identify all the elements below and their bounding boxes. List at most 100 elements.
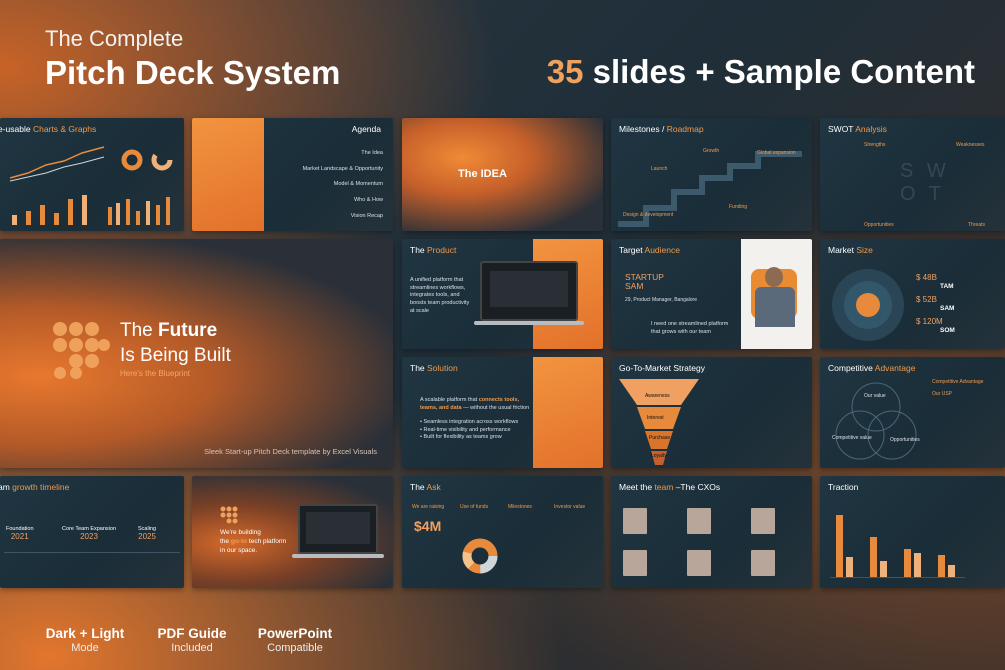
sam-value: $ 52B <box>916 295 937 304</box>
ask-column-header: We are raising <box>412 504 445 510</box>
venn-label: Our value <box>864 393 886 399</box>
slide-title-text: am <box>0 482 10 492</box>
sam-label: SAM <box>940 305 955 312</box>
feature-dark-light: Dark + Light Mode <box>38 626 132 654</box>
solution-bullets: • Seamless integration across workflows … <box>420 419 519 441</box>
feature-title: Dark + Light <box>45 626 125 641</box>
ask-column-header: Investor value <box>554 504 586 510</box>
slide-title-text: Competitive <box>828 363 875 373</box>
slide-title-text: Market <box>828 245 857 255</box>
slide-title: Meet the team –The CXOs <box>619 482 720 492</box>
future-line: We're building <box>220 529 261 536</box>
feature-powerpoint: PowerPoint Compatible <box>248 626 342 654</box>
slide-count-number: 35 <box>546 53 584 90</box>
slide-target-audience: Target Audience STARTUP SAM 29, Product … <box>611 239 812 349</box>
team-avatar <box>687 508 711 534</box>
slide-title: am growth timeline <box>0 482 69 492</box>
slide-title-accent: Analysis <box>855 124 887 134</box>
slide-title: The Ask <box>410 482 441 492</box>
hero-subtitle: The Complete <box>45 26 184 51</box>
growth-phase: Core Team Expansion 2023 <box>62 526 116 541</box>
slide-title-accent: Ask <box>426 482 441 492</box>
laptop-base <box>474 321 584 325</box>
slide-cover: The Future Is Being Built Here's the Blu… <box>0 239 393 468</box>
slide-title: The Solution <box>410 363 458 373</box>
slide-title: Milestones / Roadmap <box>619 124 704 134</box>
solution-bullet: Built for flexibility as teams grow <box>423 434 502 441</box>
team-avatar <box>751 508 775 534</box>
team-avatar <box>751 550 775 576</box>
slide-title-accent: Solution <box>427 363 458 373</box>
slide-title-accent: team <box>654 482 674 492</box>
future-accent: go-to <box>230 538 248 546</box>
market-circles <box>832 269 904 341</box>
cover-footer: Sleek Start-up Pitch Deck template by Ex… <box>204 447 377 456</box>
brand-logo-icon <box>220 506 238 524</box>
swot-label: Strengths <box>864 142 886 148</box>
phase-year: 2025 <box>138 532 156 541</box>
slide-title-text: Milestones / <box>619 124 667 134</box>
solution-accent-panel <box>533 357 603 468</box>
slide-title: Agenda <box>351 124 381 134</box>
future-line: the <box>220 538 231 546</box>
feature-pdf-guide: PDF Guide Included <box>146 626 238 654</box>
slide-title-text: The <box>458 168 481 180</box>
slide-title: Traction <box>828 482 859 492</box>
future-statement: We're building the go-to tech platform i… <box>220 528 286 555</box>
feature-title: PDF Guide <box>157 626 227 641</box>
laptop-mockup <box>298 504 378 554</box>
team-avatar <box>687 550 711 576</box>
agenda-item: The Idea <box>361 150 383 156</box>
slide-competitive-advantage: Competitive Advantage Competitive Advant… <box>820 357 1005 468</box>
agenda-item: Vision Recap <box>350 212 383 219</box>
slide-title: Market Size <box>828 245 873 255</box>
laptop-mockup <box>480 261 578 321</box>
slide-title: Go-To-Market Strategy <box>619 363 705 373</box>
slide-title: SWOT Analysis <box>828 124 887 134</box>
slide-title: Target Audience <box>619 245 680 255</box>
slide-team: Meet the team –The CXOs <box>611 476 812 588</box>
laptop-base <box>292 554 384 558</box>
slide-title-accent: Audience <box>644 245 680 255</box>
slide-title-accent: Advantage <box>874 363 916 373</box>
funnel-level: Loyalty <box>651 453 667 459</box>
slide-title: e-usable Charts & Graphs <box>0 124 96 134</box>
solution-bullet: Seamless integration across workflows <box>423 419 519 425</box>
agenda-item: Model & Momentum <box>333 181 383 188</box>
slide-title-accent: growth timeline <box>12 482 70 492</box>
advantage-label: Our USP <box>932 391 953 397</box>
traction-bar-chart <box>830 508 965 578</box>
cover-line1: The <box>120 320 159 341</box>
slide-title-text: The <box>410 482 427 492</box>
feature-subtitle: Mode <box>71 642 99 654</box>
brand-logo-icon <box>53 322 110 379</box>
swot-letter: T <box>928 183 945 205</box>
solution-lead: A scalable platform that connects tools,… <box>420 397 532 412</box>
slide-title: The Product <box>410 245 456 255</box>
slide-title-text: SWOT <box>828 124 856 134</box>
milestone-label: Growth <box>703 148 720 154</box>
slide-title-accent: IDEA <box>480 168 507 180</box>
som-label: SOM <box>940 327 955 334</box>
slide-title: Competitive Advantage <box>828 363 915 373</box>
ask-column-header: Use of funds <box>460 504 489 510</box>
hero-slide-count: 35 slides + Sample Content <box>547 53 975 91</box>
team-avatar <box>623 508 647 534</box>
agenda-item: Market Landscape & Opportunity <box>302 165 383 172</box>
feature-title: PowerPoint <box>257 626 333 641</box>
growth-phase: Foundation 2021 <box>6 526 34 541</box>
audience-quote: I need one streamlined platform that gro… <box>651 321 729 335</box>
som-value: $ 120M <box>916 317 943 326</box>
venn-diagram <box>835 382 917 460</box>
mini-donut-charts <box>121 149 173 171</box>
slide-count-suffix: slides + Sample Content <box>583 53 975 90</box>
slide-traction: Traction <box>820 476 1005 588</box>
team-avatar <box>623 550 647 576</box>
swot-letter: W <box>926 160 950 182</box>
slide-agenda: Agenda The Idea Market Landscape & Oppor… <box>192 118 393 231</box>
tam-value: $ 48B <box>916 273 937 282</box>
slide-title-text: The <box>410 363 428 373</box>
slide-growth-timeline: am growth timeline Foundation 2021 Core T… <box>0 476 184 588</box>
phase-year: 2021 <box>10 532 29 541</box>
timeline-divider <box>4 552 180 553</box>
